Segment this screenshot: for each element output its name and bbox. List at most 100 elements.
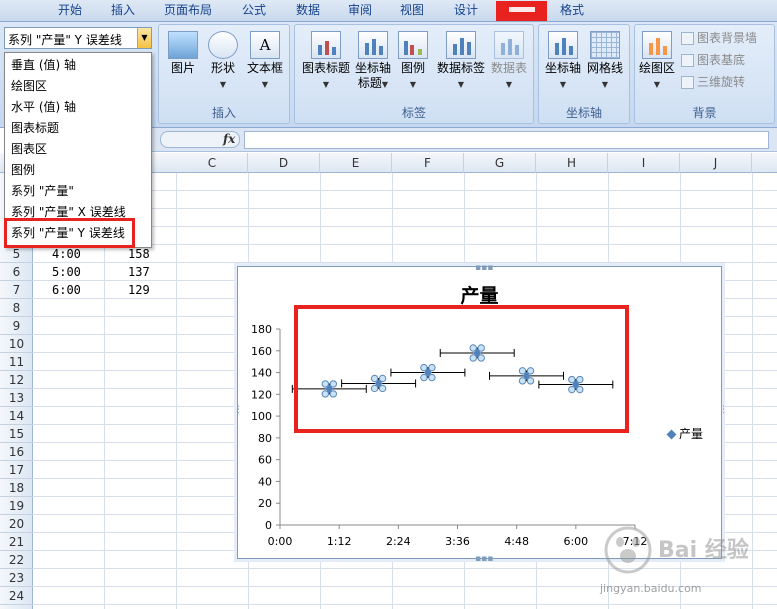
legend-button[interactable]: 图例 ▼ xyxy=(395,31,431,92)
row-header[interactable]: 7 xyxy=(0,281,33,299)
chart-wall-icon xyxy=(681,32,694,45)
row-header[interactable]: 8 xyxy=(0,299,33,317)
row-header[interactable]: 17 xyxy=(0,461,33,479)
tab-view[interactable]: 视图 xyxy=(394,2,430,20)
plot-area-button[interactable]: 绘图区 ▼ xyxy=(639,31,675,92)
tab-review[interactable]: 审阅 xyxy=(342,2,378,20)
picture-button[interactable]: 图片 xyxy=(165,31,201,76)
chart-element-selector[interactable]: 系列 "产量" Y 误差线 ▼ xyxy=(4,27,152,49)
column-header-g[interactable]: G xyxy=(464,153,536,173)
column-header-d[interactable]: D xyxy=(248,153,320,173)
cell-time[interactable]: 6:00 xyxy=(52,281,81,299)
column-header-h[interactable]: H xyxy=(536,153,608,173)
tab-format[interactable]: 格式 xyxy=(554,2,590,20)
textbox-icon: A xyxy=(250,31,280,59)
tab-formulas[interactable]: 公式 xyxy=(236,2,272,20)
picture-label: 图片 xyxy=(170,61,195,75)
dropdown-item-chart-area[interactable]: 图表区 xyxy=(6,139,150,160)
row-header[interactable]: 20 xyxy=(0,515,33,533)
axes-label: 坐标轴 xyxy=(544,61,581,75)
x-tick-label: 3:36 xyxy=(445,535,470,548)
cell-value[interactable]: 129 xyxy=(128,281,150,299)
y-tick-label: 180 xyxy=(251,323,272,336)
cell-value[interactable]: 137 xyxy=(128,263,150,281)
row-header[interactable]: 12 xyxy=(0,371,33,389)
row-header[interactable]: 24 xyxy=(0,587,33,605)
baidu-paw-icon xyxy=(604,526,652,574)
x-tick-label: 0:00 xyxy=(268,535,293,548)
background-group-label: 背景 xyxy=(692,106,717,120)
y-tick-label: 20 xyxy=(258,497,272,510)
background-group: 绘图区 ▼ 图表背景墙 图表基底 三维旋转 背景 xyxy=(634,24,775,124)
chevron-down-icon[interactable]: ▼ xyxy=(137,28,151,48)
dropdown-item-legend[interactable]: 图例 xyxy=(6,160,150,181)
watermark-url: jingyan.baidu.com xyxy=(600,582,702,595)
legend-label: 产量 xyxy=(679,427,704,441)
chart-title-button[interactable]: 图表标题 ▼ xyxy=(299,31,353,92)
tab-home[interactable]: 开始 xyxy=(52,2,88,20)
legend-label: 图例 xyxy=(400,61,425,75)
row-header[interactable]: 22 xyxy=(0,551,33,569)
data-table-button[interactable]: 数据表 ▼ xyxy=(489,31,529,92)
textbox-button[interactable]: A 文本框 ▼ xyxy=(245,31,285,92)
data-labels-label: 数据标签 xyxy=(436,61,485,75)
y-tick-label: 0 xyxy=(265,519,272,532)
x-tick-label: 2:24 xyxy=(386,535,411,548)
chart-floor-button[interactable]: 图表基底 xyxy=(681,51,745,69)
column-header-e[interactable]: E xyxy=(320,153,392,173)
axes-button[interactable]: 坐标轴 ▼ xyxy=(543,31,583,92)
y-tick-label: 60 xyxy=(258,454,272,467)
y-tick-label: 40 xyxy=(258,475,272,488)
row-header[interactable]: 14 xyxy=(0,407,33,425)
y-tick-label: 140 xyxy=(251,367,272,380)
axis-titles-icon xyxy=(358,31,388,59)
row-header[interactable]: 9 xyxy=(0,317,33,335)
row-header[interactable]: 23 xyxy=(0,569,33,587)
row-header[interactable]: 13 xyxy=(0,389,33,407)
3d-rotation-button[interactable]: 三维旋转 xyxy=(681,73,745,91)
gridlines-button[interactable]: 网格线 ▼ xyxy=(585,31,625,92)
tab-layout-label xyxy=(508,7,535,12)
tab-design[interactable]: 设计 xyxy=(448,2,484,20)
chart-floor-label: 图表基底 xyxy=(697,53,746,67)
row-header[interactable]: 15 xyxy=(0,425,33,443)
dropdown-item-chart-title[interactable]: 图表标题 xyxy=(6,118,150,139)
tab-data[interactable]: 数据 xyxy=(290,2,326,20)
column-header-i[interactable]: I xyxy=(608,153,680,173)
name-box-collapsed[interactable]: fx xyxy=(160,131,240,148)
column-header-c[interactable]: C xyxy=(177,153,248,173)
row-header[interactable]: 21 xyxy=(0,533,33,551)
picture-icon xyxy=(168,31,198,59)
dropdown-item-vertical-axis[interactable]: 垂直 (值) 轴 xyxy=(6,55,150,76)
chart-object[interactable]: ▪▪▪ ▪▪▪ ⋮ ⋮ 产量 0 20 40 60 80 100 120 140 160 180 0… xyxy=(234,264,728,564)
row-header[interactable]: 19 xyxy=(0,497,33,515)
row-header[interactable]: 18 xyxy=(0,479,33,497)
tab-page-layout[interactable]: 页面布局 xyxy=(160,2,216,20)
data-labels-button[interactable]: 数据标签 ▼ xyxy=(435,31,487,92)
column-header-f[interactable]: F xyxy=(392,153,464,173)
data-labels-icon xyxy=(446,31,476,59)
plot-area-label: 绘图区 xyxy=(639,61,676,75)
ribbon-tab-bar: 开始 插入 页面布局 公式 数据 审阅 视图 设计 格式 xyxy=(0,0,777,22)
selector-value: 系列 "产量" Y 误差线 xyxy=(8,33,122,47)
chart-legend[interactable]: 产量 xyxy=(666,425,704,442)
dropdown-item-horizontal-axis[interactable]: 水平 (值) 轴 xyxy=(6,97,150,118)
dropdown-item-series[interactable]: 系列 "产量" xyxy=(6,181,150,202)
labels-group: 图表标题 ▼ 坐标轴 标题▼ 图例 ▼ 数据标签 ▼ 数据表 ▼ 标签 xyxy=(294,24,534,124)
chart-wall-button[interactable]: 图表背景墙 xyxy=(681,29,757,47)
tab-layout[interactable] xyxy=(496,1,547,21)
fx-icon[interactable]: fx xyxy=(223,132,235,146)
dropdown-item-plot-area[interactable]: 绘图区 xyxy=(6,76,150,97)
shapes-button[interactable]: 形状 ▼ xyxy=(205,31,241,92)
row-header[interactable]: 10 xyxy=(0,335,33,353)
axis-titles-button[interactable]: 坐标轴 标题▼ xyxy=(353,31,393,92)
row-header[interactable]: 16 xyxy=(0,443,33,461)
column-header-j[interactable]: J xyxy=(680,153,752,173)
formula-input[interactable] xyxy=(244,131,769,149)
row-header[interactable]: 6 xyxy=(0,263,33,281)
cell-time[interactable]: 5:00 xyxy=(52,263,81,281)
y-tick-label: 100 xyxy=(251,410,272,423)
formula-bar: fx xyxy=(152,128,777,152)
row-header[interactable]: 11 xyxy=(0,353,33,371)
tab-insert[interactable]: 插入 xyxy=(105,2,141,20)
